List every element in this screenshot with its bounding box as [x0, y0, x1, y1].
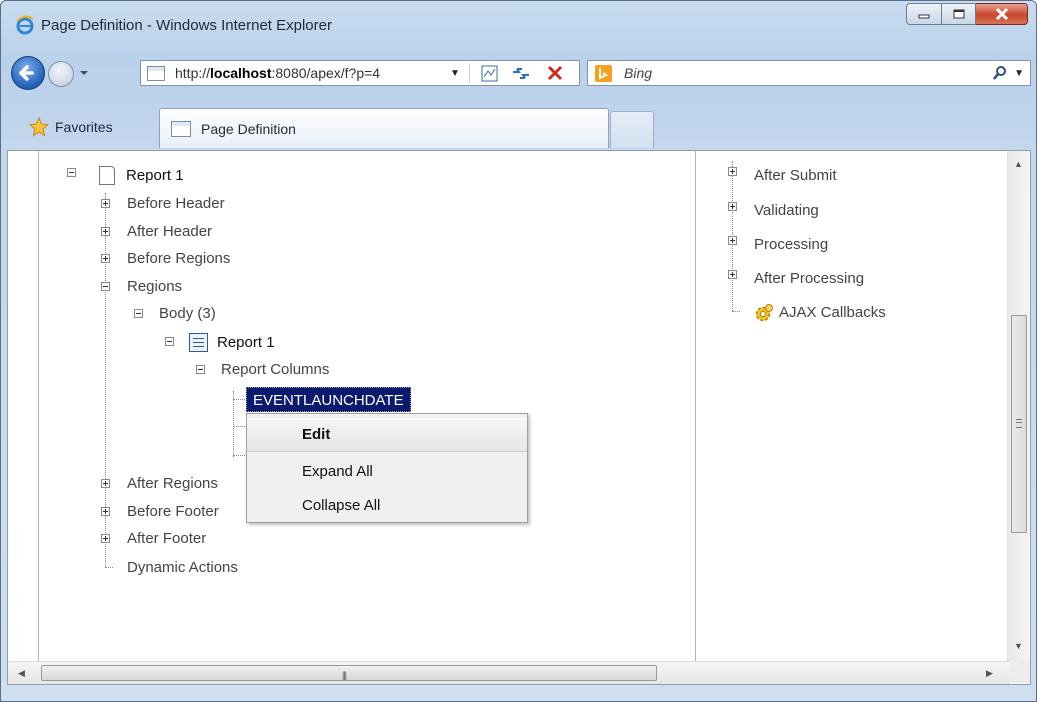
expand-toggle-icon[interactable]	[101, 479, 110, 488]
tab-page-definition[interactable]: Page Definition	[159, 108, 609, 148]
scroll-left-icon[interactable]: ◀	[18, 668, 25, 679]
collapse-toggle-icon[interactable]	[67, 168, 76, 177]
search-input[interactable]: Bing	[624, 65, 652, 81]
context-menu-collapse-all[interactable]: Collapse All	[247, 490, 527, 522]
tree-node-before-footer[interactable]: Before Footer	[127, 503, 219, 520]
favorites-bar: Favorites Page Definition	[1, 104, 1036, 150]
address-url[interactable]: http://localhost:8080/apex/f?p=4	[175, 65, 380, 81]
minimize-button[interactable]	[906, 3, 942, 25]
bing-logo-icon	[595, 65, 612, 82]
collapse-toggle-icon[interactable]	[134, 309, 143, 318]
vertical-scrollbar[interactable]: ▲ ▼	[1007, 151, 1030, 661]
expand-toggle-icon[interactable]	[101, 227, 110, 236]
maximize-button[interactable]	[942, 3, 976, 25]
collapse-toggle-icon[interactable]	[165, 337, 174, 346]
search-icon[interactable]	[992, 65, 1008, 81]
scroll-down-icon[interactable]: ▼	[1014, 641, 1023, 651]
report-region-icon	[189, 333, 208, 352]
tree-node-after-submit[interactable]: After Submit	[754, 167, 837, 184]
tree-node-ajax-callbacks[interactable]: AJAX Callbacks	[779, 304, 886, 321]
context-menu: Edit Expand All Collapse All	[246, 413, 528, 523]
horizontal-scroll-thumb[interactable]: |||	[41, 665, 657, 681]
vertical-scroll-thumb[interactable]	[1011, 315, 1027, 533]
tree-node-report-region[interactable]: Report 1	[217, 334, 275, 351]
tree-node-validating[interactable]: Validating	[754, 202, 819, 219]
tree-node-after-footer[interactable]: After Footer	[127, 530, 206, 547]
tree-node-dynamic-actions[interactable]: Dynamic Actions	[127, 559, 238, 576]
expand-toggle-icon[interactable]	[101, 254, 110, 263]
tree-guide-line	[233, 455, 245, 456]
compatibility-view-icon[interactable]	[481, 65, 498, 82]
forward-button[interactable]	[48, 61, 74, 87]
tree-node-body[interactable]: Body (3)	[159, 305, 216, 322]
gear-icon	[755, 304, 773, 322]
search-dropdown-icon[interactable]: ▼	[1014, 68, 1024, 79]
favorites-label: Favorites	[55, 119, 113, 135]
scroll-right-icon[interactable]: ▶	[986, 668, 993, 679]
tree-node-selected-column[interactable]: EVENTLAUNCHDATE	[246, 387, 411, 412]
page-icon	[171, 121, 191, 137]
grip-icon	[1016, 419, 1022, 428]
tree-node-regions[interactable]: Regions	[127, 278, 182, 295]
window-controls	[906, 3, 1028, 25]
address-dropdown-icon[interactable]: ▼	[450, 68, 460, 79]
maximize-icon	[953, 9, 964, 19]
favorites-star-icon	[29, 117, 49, 137]
expand-toggle-icon[interactable]	[101, 534, 110, 543]
back-arrow-icon	[19, 65, 34, 81]
window-title: Page Definition - Windows Internet Explo…	[41, 17, 332, 34]
scrollbar-corner	[1010, 661, 1030, 683]
internet-explorer-icon	[16, 15, 34, 35]
back-button[interactable]	[11, 56, 45, 90]
context-menu-edit[interactable]: Edit	[247, 418, 527, 452]
stop-icon[interactable]	[546, 64, 564, 82]
new-tab-button[interactable]	[610, 111, 654, 148]
close-icon	[995, 8, 1008, 20]
tree-guide-line	[233, 399, 245, 400]
page-icon	[99, 166, 115, 185]
tree-node-report-page[interactable]: Report 1	[126, 167, 184, 184]
address-separator	[469, 63, 470, 83]
close-button[interactable]	[976, 3, 1028, 25]
context-menu-expand-all[interactable]: Expand All	[247, 456, 527, 488]
tab-label: Page Definition	[201, 121, 296, 137]
tree-guide-line	[105, 567, 113, 568]
search-box[interactable]: Bing ▼	[587, 60, 1031, 86]
address-bar[interactable]: http://localhost:8080/apex/f?p=4 ▼	[140, 60, 580, 86]
scroll-up-icon[interactable]: ▲	[1014, 159, 1023, 169]
expand-toggle-icon[interactable]	[728, 167, 737, 176]
refresh-icon[interactable]	[511, 65, 531, 82]
collapse-toggle-icon[interactable]	[101, 282, 110, 291]
tree-node-report-columns[interactable]: Report Columns	[221, 361, 329, 378]
title-bar: Page Definition - Windows Internet Explo…	[1, 1, 1036, 51]
expand-toggle-icon[interactable]	[728, 236, 737, 245]
page-content: Report 1 Before Header After Header Befo…	[7, 150, 1031, 685]
collapse-toggle-icon[interactable]	[196, 365, 205, 374]
expand-toggle-icon[interactable]	[101, 507, 110, 516]
tree-guide-line	[233, 391, 234, 457]
minimize-icon	[918, 14, 930, 19]
recent-pages-dropdown-icon[interactable]	[78, 66, 90, 80]
tree-node-after-processing[interactable]: After Processing	[754, 270, 864, 287]
favorites-button[interactable]: Favorites	[29, 116, 113, 138]
expand-toggle-icon[interactable]	[728, 202, 737, 211]
tree-node-after-regions[interactable]: After Regions	[127, 475, 218, 492]
tree-node-processing[interactable]: Processing	[754, 236, 828, 253]
expand-toggle-icon[interactable]	[101, 199, 110, 208]
tree-node-before-regions[interactable]: Before Regions	[127, 250, 230, 267]
browser-window: Page Definition - Windows Internet Explo…	[0, 0, 1037, 702]
page-icon	[147, 66, 165, 81]
tree-node-after-header[interactable]: After Header	[127, 223, 212, 240]
tree-node-before-header[interactable]: Before Header	[127, 195, 225, 212]
grip-icon: |||	[342, 670, 347, 680]
expand-toggle-icon[interactable]	[728, 270, 737, 279]
horizontal-scrollbar[interactable]: ◀ ||| ▶	[8, 661, 1010, 684]
pane-divider	[695, 151, 696, 663]
tree-guide-line	[233, 426, 245, 427]
forward-arrow-icon	[55, 68, 67, 80]
tree-guide-line	[732, 311, 740, 312]
